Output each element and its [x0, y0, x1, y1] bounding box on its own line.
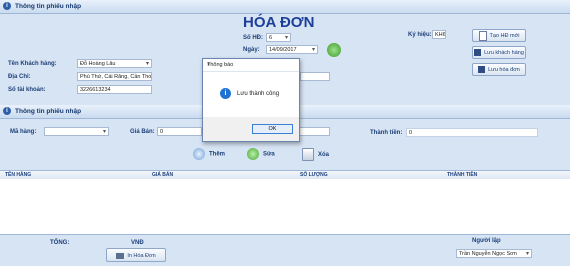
account-input[interactable]: 3226613234	[77, 85, 152, 94]
ky-hieu-label: Ký hiệu:	[408, 32, 432, 38]
add-button[interactable]: Thêm	[193, 148, 225, 160]
section-header-top: i Thông tin phiếu nhập	[0, 0, 570, 14]
info-icon: i	[3, 2, 11, 10]
address-label: Địa Chỉ:	[8, 74, 31, 80]
dialog-footer: OK	[203, 117, 299, 141]
ok-button[interactable]: OK	[252, 124, 293, 134]
new-invoice-button[interactable]: Tạo HĐ mới	[472, 29, 526, 42]
customer-name-select[interactable]: Đỗ Hoàng Lâu	[77, 59, 152, 68]
thanh-tien-value: 0	[406, 128, 538, 137]
save-icon	[478, 66, 486, 74]
info-icon: i	[3, 107, 11, 115]
invoice-title: HÓA ĐƠN	[243, 14, 315, 31]
gia-ban-label: Giá Bán:	[130, 129, 155, 135]
account-label: Số tài khoản:	[8, 87, 46, 93]
address-input[interactable]: Phú Thứ, Cái Răng, Cần Thơ	[77, 72, 152, 81]
column-header[interactable]: THÀNH TIỀN	[447, 172, 477, 178]
edit-button[interactable]: Sửa	[247, 148, 275, 160]
items-grid[interactable]	[0, 179, 570, 235]
info-icon: i	[220, 88, 231, 99]
ngay-datepicker[interactable]: 14/09/2017	[266, 45, 318, 54]
save-icon	[474, 49, 482, 57]
dialog-title-bar: Thông báo ×	[203, 59, 299, 72]
total-label: TỔNG:	[50, 240, 70, 246]
currency-label: VNĐ	[131, 240, 144, 246]
dialog-message: Lưu thành công	[237, 91, 280, 97]
creator-select[interactable]: Trần Nguyễn Ngọc Sơn	[456, 249, 532, 258]
ky-hieu-input[interactable]: KH6	[432, 30, 446, 39]
customer-name-label: Tên Khách hàng:	[8, 61, 57, 67]
gia-ban-input[interactable]: 0	[157, 127, 202, 136]
close-icon[interactable]: ×	[207, 62, 295, 68]
save-customer-button[interactable]: Lưu khách hàng	[472, 46, 526, 59]
delete-icon	[302, 148, 314, 161]
delete-button[interactable]: Xóa	[302, 148, 329, 161]
ngay-label: Ngày:	[243, 47, 260, 53]
thanh-tien-label: Thành tiền:	[370, 130, 403, 136]
hidden-field-partial[interactable]	[300, 72, 330, 81]
ma-hang-select[interactable]	[44, 127, 109, 136]
so-luong-input[interactable]	[298, 127, 330, 136]
printer-icon	[116, 252, 125, 259]
ma-hang-label: Mã hàng:	[10, 129, 37, 135]
so-hd-select[interactable]: 6	[266, 33, 291, 42]
save-invoice-button[interactable]: Lưu hóa đơn	[472, 63, 526, 76]
so-hd-label: Số HĐ:	[243, 35, 263, 41]
column-header[interactable]: TÊN HÀNG	[5, 172, 31, 178]
document-icon	[478, 30, 487, 41]
column-header[interactable]: GIÁ BÁN	[152, 172, 173, 178]
refresh-icon	[247, 148, 259, 160]
creator-label: Người lập	[472, 238, 501, 244]
refresh-icon[interactable]	[327, 43, 341, 57]
plus-icon	[193, 148, 205, 160]
print-invoice-button[interactable]: In Hóa Đơn	[106, 248, 166, 262]
column-header[interactable]: SỐ LƯỢNG	[300, 172, 328, 178]
message-dialog: Thông báo × i Lưu thành công OK	[202, 58, 300, 142]
